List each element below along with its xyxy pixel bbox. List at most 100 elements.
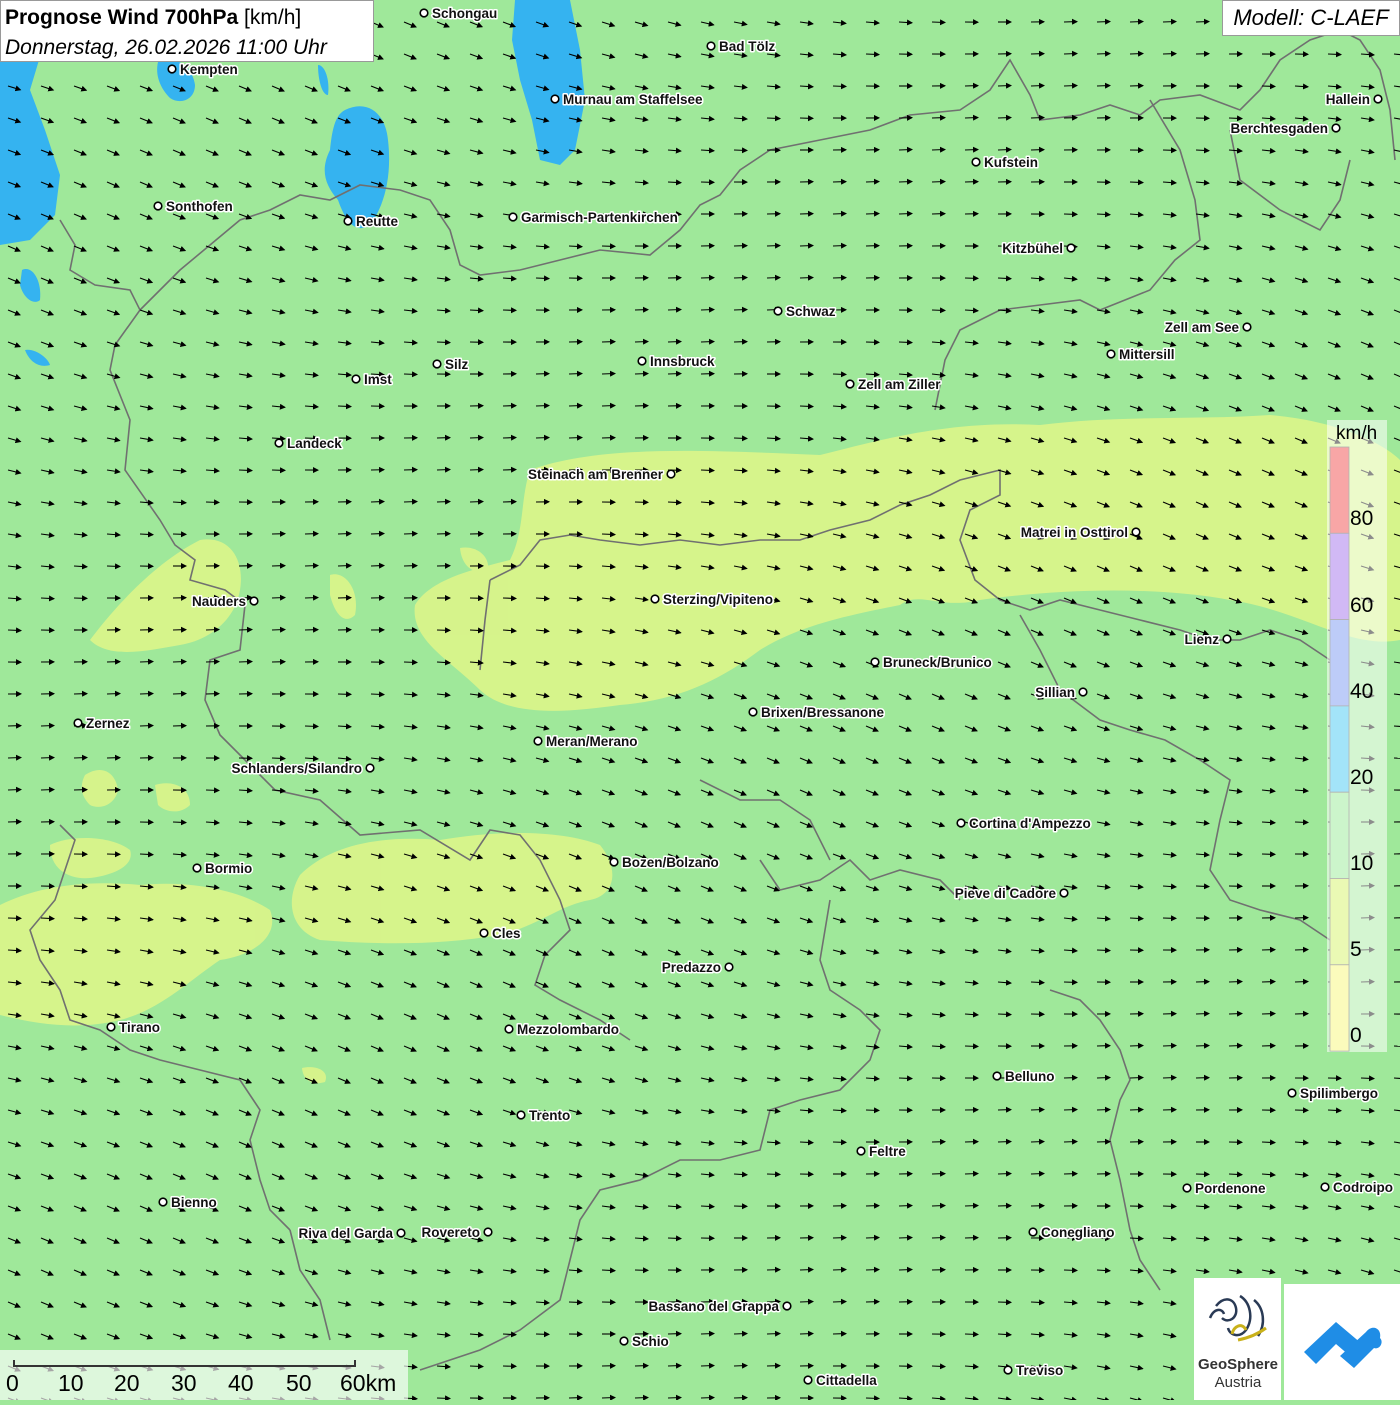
city-dot — [804, 1376, 812, 1384]
city-label: Cortina d'Ampezzo — [969, 816, 1091, 831]
legend-tick-label: 40 — [1350, 680, 1373, 704]
city-marker[interactable]: InnsbruckInnsbruck — [638, 354, 715, 369]
city-marker[interactable]: Riva del GardaRiva del Garda — [298, 1226, 404, 1241]
wind-arrow — [701, 1334, 714, 1335]
city-marker[interactable]: Garmisch-PartenkirchenGarmisch-Partenkir… — [509, 210, 678, 225]
city-dot — [1321, 1183, 1329, 1191]
city-label: Bienno — [171, 1195, 217, 1210]
wind-arrow — [932, 1238, 945, 1239]
city-marker[interactable]: Schlanders/SilandroSchlanders/Silandro — [231, 761, 373, 776]
city-label: Treviso — [1016, 1363, 1063, 1378]
city-label: Schongau — [432, 6, 497, 21]
model-label: Modell: C-LAEF — [1222, 0, 1400, 36]
city-label: Predazzo — [662, 960, 721, 975]
wind-arrow — [602, 374, 615, 375]
wind-arrow — [338, 406, 351, 407]
city-label: Mittersill — [1119, 347, 1175, 362]
city-dot — [534, 737, 542, 745]
wind-arrow — [1394, 1046, 1400, 1047]
city-marker[interactable]: Bassano del GrappaBassano del Grappa — [648, 1299, 790, 1314]
city-marker[interactable]: Brixen/BressanoneBrixen/Bressanone — [749, 705, 884, 720]
city-marker[interactable]: ConeglianoConegliano — [1029, 1225, 1114, 1240]
city-dot — [1132, 528, 1140, 536]
city-marker[interactable]: Bozen/BolzanoBozen/Bolzano — [610, 855, 719, 870]
wind-arrow — [998, 278, 1011, 279]
city-marker[interactable]: Murnau am StaffelseeMurnau am Staffelsee — [551, 92, 703, 107]
city-marker[interactable]: Matrei in OsttirolMatrei in Osttirol — [1021, 525, 1140, 540]
city-label: Cles — [492, 926, 521, 941]
city-marker[interactable]: MezzolombardoMezzolombardo — [505, 1022, 619, 1037]
city-label: Kitzbühel — [1002, 241, 1063, 256]
city-marker[interactable]: Sterzing/VipitenoSterzing/Vipiteno — [651, 592, 773, 607]
city-label: Codroipo — [1333, 1180, 1393, 1195]
wind-arrow — [1097, 22, 1110, 23]
city-label: Rovereto — [421, 1225, 480, 1240]
city-label: Zell am Ziller — [858, 377, 941, 392]
wind-arrow — [800, 1334, 813, 1335]
city-label: Bozen/Bolzano — [622, 855, 719, 870]
wind-arrow — [734, 1334, 747, 1335]
wind-arrow — [932, 22, 945, 23]
wind-arrow — [1130, 22, 1143, 23]
city-dot — [74, 719, 82, 727]
app-logo[interactable] — [1284, 1284, 1400, 1400]
wind-arrow — [668, 342, 681, 343]
city-marker[interactable]: Cortina d'AmpezzoCortina d'Ampezzo — [957, 816, 1091, 831]
wind-arrow — [833, 246, 846, 247]
wind-arrow — [338, 534, 351, 535]
wind-arrow — [371, 534, 384, 535]
wind-arrow — [800, 278, 813, 279]
city-marker[interactable]: Pieve di CadorePieve di Cadore — [955, 886, 1068, 901]
wind-arrow — [866, 1110, 879, 1111]
city-marker[interactable]: Zell am ZillerZell am Ziller — [846, 377, 941, 392]
city-marker[interactable]: Zell am SeeZell am See — [1165, 320, 1251, 335]
city-dot — [1183, 1184, 1191, 1192]
city-dot — [433, 360, 441, 368]
city-marker[interactable]: PordenonePordenone — [1183, 1181, 1266, 1196]
city-marker[interactable]: BerchtesgadenBerchtesgaden — [1230, 121, 1339, 136]
city-marker[interactable]: Meran/MeranoMeran/Merano — [534, 734, 637, 749]
city-marker[interactable]: CittadellaCittadella — [804, 1373, 877, 1388]
wind-arrow — [1394, 758, 1400, 759]
wind-arrow — [1031, 1142, 1044, 1143]
wind-arrow — [1031, 86, 1044, 87]
city-label: Pordenone — [1195, 1181, 1266, 1196]
city-marker[interactable]: SchongauSchongau — [420, 6, 497, 21]
city-label: Sterzing/Vipiteno — [663, 592, 773, 607]
forecast-date: Donnerstag, 26.02.2026 11:00 Uhr — [5, 34, 369, 62]
wind-arrow — [41, 790, 54, 791]
wind-forecast-map[interactable]: SchongauSchongauBad TölzBad TölzKemptenK… — [0, 0, 1400, 1400]
wind-arrow — [1097, 950, 1110, 951]
city-marker[interactable]: SonthofenSonthofen — [154, 199, 233, 214]
wind-arrow — [1295, 982, 1308, 983]
wind-arrow — [305, 598, 318, 599]
wind-arrow — [371, 566, 384, 567]
wind-arrow — [107, 694, 120, 695]
wind-arrow — [734, 278, 747, 279]
wind-arrow — [1130, 182, 1143, 183]
city-marker[interactable]: SpilimbergoSpilimbergo — [1288, 1086, 1378, 1101]
wind-arrow — [1031, 1110, 1044, 1111]
city-marker[interactable]: Bruneck/BrunicoBruneck/Brunico — [871, 655, 992, 670]
city-label: Silz — [445, 357, 469, 372]
map-title-unit: [km/h] — [238, 6, 301, 29]
wind-arrow — [866, 214, 879, 215]
city-label: Landeck — [287, 436, 342, 451]
scale-label: 40 — [228, 1370, 254, 1397]
city-label: Steinach am Brenner — [528, 467, 664, 482]
wind-arrow — [866, 54, 879, 55]
wind-arrow — [635, 374, 648, 375]
wind-arrow — [1262, 86, 1275, 87]
wind-arrow — [998, 1174, 1011, 1175]
app-logo-icon — [1284, 1284, 1400, 1400]
wind-arrow — [1163, 1046, 1176, 1047]
wind-arrow — [635, 1398, 648, 1399]
city-dot — [846, 380, 854, 388]
wind-arrow — [437, 502, 450, 503]
city-marker[interactable]: Steinach am BrennerSteinach am Brenner — [528, 467, 675, 482]
wind-arrow — [767, 1174, 780, 1175]
wind-arrow — [668, 310, 681, 311]
wind-arrow — [833, 86, 846, 87]
wind-arrow — [404, 374, 417, 375]
wind-arrow — [41, 598, 54, 599]
